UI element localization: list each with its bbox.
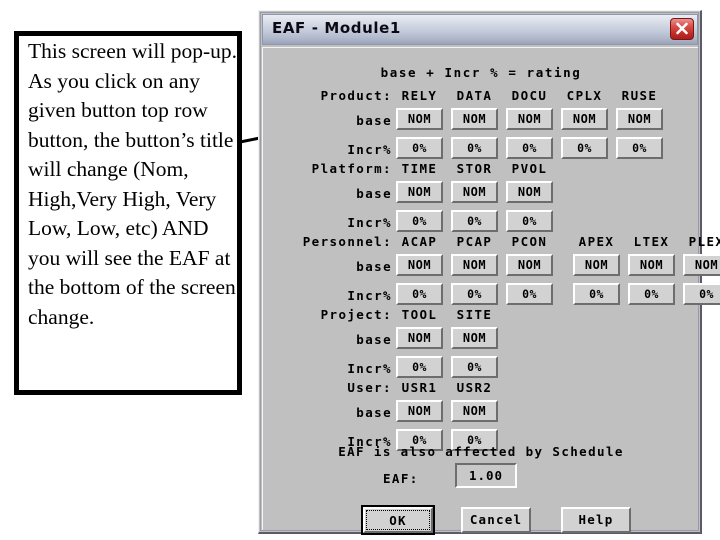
base-row-label: base [356,405,392,420]
column-header-site: SITE [456,307,493,322]
base-row-label: base [356,259,392,274]
base-button-apex[interactable]: NOM [573,254,620,276]
group-label-product: Product: [320,88,392,103]
column-header-pcap: PCAP [456,234,493,249]
incr-button-pcon[interactable]: 0% [506,283,553,305]
incr-button-cplx[interactable]: 0% [561,137,608,159]
ok-button-label: OK [366,510,430,530]
column-header-tool: TOOL [401,307,438,322]
incr-button-pcap[interactable]: 0% [451,283,498,305]
column-header-rely: RELY [401,88,438,103]
incr-row-label: Incr% [347,142,392,157]
schedule-note: EAF is also affected by Schedule [338,444,624,459]
base-button-tool[interactable]: NOM [396,327,443,349]
column-header-acap: ACAP [401,234,438,249]
incr-button-tool[interactable]: 0% [396,356,443,378]
column-header-ruse: RUSE [621,88,658,103]
base-button-docu[interactable]: NOM [506,108,553,130]
help-button[interactable]: Help [561,507,631,533]
base-row-label: base [356,332,392,347]
base-button-pcap[interactable]: NOM [451,254,498,276]
incr-button-stor[interactable]: 0% [451,210,498,232]
group-label-project: Project: [320,307,392,322]
column-header-ltex: LTEX [633,234,670,249]
group-label-personnel: Personnel: [302,234,392,249]
incr-button-time[interactable]: 0% [396,210,443,232]
incr-button-docu[interactable]: 0% [506,137,553,159]
annotation-callout-box: This screen will pop-up. As you click on… [14,31,242,395]
incr-row-label: Incr% [347,288,392,303]
column-header-cplx: CPLX [566,88,603,103]
base-button-usr2[interactable]: NOM [451,400,498,422]
column-header-usr2: USR2 [456,380,493,395]
base-button-data[interactable]: NOM [451,108,498,130]
incr-button-ltex[interactable]: 0% [628,283,675,305]
group-label-user: User: [347,380,392,395]
base-button-rely[interactable]: NOM [396,108,443,130]
incr-button-acap[interactable]: 0% [396,283,443,305]
dialog-client-area: base + Incr % = rating Product: base Incr%… [262,47,720,535]
base-button-time[interactable]: NOM [396,181,443,203]
cancel-button[interactable]: Cancel [461,507,531,533]
incr-button-pvol[interactable]: 0% [506,210,553,232]
base-button-ltex[interactable]: NOM [628,254,675,276]
incr-button-rely[interactable]: 0% [396,137,443,159]
eaf-label: EAF: [383,471,419,486]
close-icon[interactable] [670,18,694,40]
base-row-label: base [356,186,392,201]
base-button-pcon[interactable]: NOM [506,254,553,276]
column-header-stor: STOR [456,161,493,176]
base-button-usr1[interactable]: NOM [396,400,443,422]
incr-row-label: Incr% [347,361,392,376]
base-button-plex[interactable]: NOM [683,254,720,276]
base-button-acap[interactable]: NOM [396,254,443,276]
column-header-usr1: USR1 [401,380,438,395]
column-header-time: TIME [401,161,438,176]
incr-button-plex[interactable]: 0% [683,283,720,305]
column-header-pvol: PVOL [511,161,548,176]
column-header-apex: APEX [578,234,615,249]
eaf-value-field: 1.00 [455,463,517,488]
annotation-text: This screen will pop-up. As you click on… [28,39,242,329]
incr-button-data[interactable]: 0% [451,137,498,159]
incr-button-ruse[interactable]: 0% [616,137,663,159]
column-header-pcon: PCON [511,234,548,249]
incr-button-site[interactable]: 0% [451,356,498,378]
column-header-docu: DOCU [511,88,548,103]
dialog-title: EAF - Module1 [272,19,401,37]
column-header-plex: PLEX [688,234,720,249]
base-button-ruse[interactable]: NOM [616,108,663,130]
base-button-site[interactable]: NOM [451,327,498,349]
column-header-data: DATA [456,88,493,103]
base-row-label: base [356,113,392,128]
base-button-stor[interactable]: NOM [451,181,498,203]
ok-button[interactable]: OK [361,505,435,535]
base-button-cplx[interactable]: NOM [561,108,608,130]
dialog-titlebar[interactable]: EAF - Module1 [262,14,698,45]
group-label-platform: Platform: [311,161,392,176]
eaf-dialog-window: EAF - Module1 base + Incr % = rating Pro… [258,10,720,535]
base-button-pvol[interactable]: NOM [506,181,553,203]
incr-row-label: Incr% [347,215,392,230]
incr-button-apex[interactable]: 0% [573,283,620,305]
formula-caption: base + Incr % = rating [380,65,582,80]
